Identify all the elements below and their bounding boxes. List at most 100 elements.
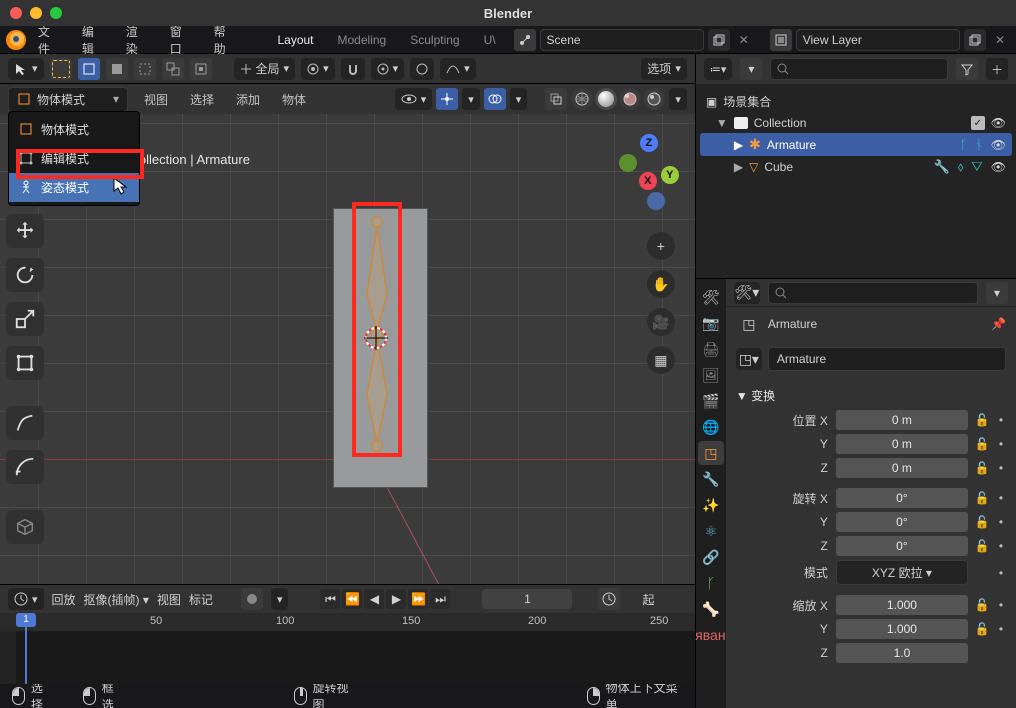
outliner-display-icon[interactable]: ▾ — [740, 58, 762, 80]
cursor-tool-icon[interactable]: ▾ — [8, 58, 44, 80]
select-mode-4-icon[interactable] — [162, 58, 184, 80]
workspace-layout[interactable]: Layout — [267, 30, 323, 50]
select-mode-1-icon[interactable] — [78, 58, 100, 80]
filter-icon[interactable] — [956, 58, 978, 80]
timeline-editor-icon[interactable]: ▾ — [8, 588, 44, 610]
rot-y[interactable]: 0° — [836, 512, 968, 532]
tl-playback[interactable]: 回放 — [52, 591, 76, 608]
pin-icon[interactable]: 📌 — [991, 317, 1006, 331]
loc-y[interactable]: 0 m — [836, 434, 968, 454]
tab-object-icon[interactable]: ◳ — [698, 441, 724, 465]
snap-target-dropdown[interactable]: ▾ — [371, 58, 405, 80]
add-menu[interactable]: 添加 — [230, 87, 266, 112]
scene-new-icon[interactable] — [708, 29, 730, 51]
tool-measure-icon[interactable] — [6, 450, 44, 484]
properties-options-icon[interactable]: ▾ — [986, 282, 1008, 304]
scale-y[interactable]: 1.000 — [836, 619, 968, 639]
new-collection-icon[interactable]: ＋ — [986, 58, 1008, 80]
armature-mode-icons[interactable]: ᚴ ᚾ — [960, 137, 985, 152]
select-mode-3-icon[interactable] — [134, 58, 156, 80]
tool-transform-icon[interactable] — [6, 346, 44, 380]
properties-search[interactable] — [768, 282, 978, 304]
shading-rendered-icon[interactable] — [643, 88, 665, 110]
tool-annotate-icon[interactable] — [6, 406, 44, 440]
orientation-dropdown[interactable]: 全局 ▾ — [234, 58, 296, 80]
tool-rotate-icon[interactable] — [6, 258, 44, 292]
outliner-scene-collection[interactable]: ▣ 场景集合 — [700, 90, 1012, 113]
tab-physics-icon[interactable]: ⚛ — [698, 519, 724, 543]
proportional-toggle[interactable] — [410, 58, 434, 80]
tool-scale-icon[interactable] — [6, 302, 44, 336]
mode-pose[interactable]: 姿态模式 — [9, 173, 139, 202]
shading-wireframe-icon[interactable] — [571, 88, 593, 110]
outliner-search-input[interactable] — [794, 62, 941, 76]
object-menu[interactable]: 物体 — [276, 87, 312, 112]
select-menu[interactable]: 选择 — [184, 87, 220, 112]
jump-keyprev-icon[interactable]: ⏪ — [342, 589, 362, 609]
tool-addcube-icon[interactable] — [6, 510, 44, 544]
tab-particles-icon[interactable]: ✨ — [698, 493, 724, 517]
options-dropdown[interactable]: 选项 ▾ — [641, 58, 687, 80]
layer-delete[interactable]: ✕ — [990, 33, 1010, 47]
tab-tool-icon[interactable]: 🛠 — [698, 285, 724, 309]
tab-bone-icon[interactable]: 🦴 — [698, 597, 724, 621]
tab-modifier-icon[interactable]: 🔧 — [698, 467, 724, 491]
jump-start-icon[interactable]: ⏮ — [320, 589, 340, 609]
camera-button[interactable]: 🎥 — [647, 308, 675, 336]
visibility-icon[interactable]: 👁 — [991, 116, 1006, 130]
collection-enable-checkbox[interactable]: ✓ — [971, 116, 985, 130]
scale-x[interactable]: 1.000 — [836, 595, 968, 615]
tab-viewlayer-icon[interactable]: 🖼 — [698, 363, 724, 387]
select-mode-5-icon[interactable] — [190, 58, 212, 80]
properties-editor-icon[interactable]: 🛠▾ — [734, 282, 760, 304]
layer-new-icon[interactable] — [964, 29, 986, 51]
outliner-search[interactable] — [770, 58, 948, 80]
jump-keynext-icon[interactable]: ⏩ — [408, 589, 428, 609]
disclosure-icon[interactable]: ▼ — [716, 116, 728, 130]
loc-x[interactable]: 0 m — [836, 410, 968, 430]
select-mode-2-icon[interactable] — [106, 58, 128, 80]
rot-z[interactable]: 0° — [836, 536, 968, 556]
blender-icon[interactable] — [6, 30, 26, 50]
mode-edit[interactable]: 编辑模式 — [9, 144, 139, 173]
section-transform[interactable]: ▼ 变换 — [736, 383, 1006, 408]
shading-dropdown[interactable]: ▾ — [669, 88, 687, 110]
proportional-falloff-dropdown[interactable]: ▾ — [440, 58, 476, 80]
visibility-icon[interactable]: 👁 — [991, 138, 1006, 152]
rotation-mode-dropdown[interactable]: XYZ 欧拉 ▾ — [836, 560, 968, 585]
lock-icon[interactable]: 🔓 — [972, 413, 992, 427]
jump-end-icon[interactable]: ⏭ — [430, 589, 450, 609]
outliner[interactable]: ▣ 场景集合 ▼ Collection ✓ 👁 ▶ ✱ Armature — [696, 84, 1016, 184]
tl-view[interactable]: 视图 — [157, 591, 181, 608]
visibility-icon[interactable]: 👁 — [991, 160, 1006, 174]
tool-move-icon[interactable] — [6, 214, 44, 248]
play-fwd-icon[interactable]: ▶ — [386, 589, 406, 609]
timeline-track[interactable]: 1 50 100 150 200 250 — [0, 613, 695, 684]
shading-solid-icon[interactable] — [595, 88, 617, 110]
tl-keying[interactable]: 抠像(插帧) ▾ — [84, 591, 149, 608]
tab-material-icon[interactable]: �явання — [698, 623, 724, 647]
ortho-button[interactable]: ▦ — [647, 346, 675, 374]
xray-toggle[interactable] — [545, 88, 567, 110]
tab-world-icon[interactable]: 🌐 — [698, 415, 724, 439]
gizmo-toggle[interactable] — [436, 88, 458, 110]
traffic-close[interactable] — [10, 7, 22, 19]
browse-layer-icon[interactable] — [770, 29, 792, 51]
tl-marker[interactable]: 标记 — [189, 591, 213, 608]
play-rev-icon[interactable]: ◀ — [364, 589, 384, 609]
tab-constraint-icon[interactable]: 🔗 — [698, 545, 724, 569]
pivot-dropdown[interactable]: ▾ — [301, 58, 335, 80]
cube-data-icons[interactable]: 🔧 ⬨ ▽ — [934, 159, 985, 175]
outliner-collection[interactable]: ▼ Collection ✓ 👁 — [700, 113, 1012, 133]
outliner-cube[interactable]: ▶ ▽ Cube 🔧 ⬨ ▽ 👁 — [700, 156, 1012, 178]
outliner-armature[interactable]: ▶ ✱ Armature ᚴ ᚾ 👁 — [700, 133, 1012, 156]
overlay-toggle[interactable] — [484, 88, 506, 110]
object-name-field[interactable]: Armature — [768, 347, 1006, 371]
scene-delete[interactable]: ✕ — [734, 33, 754, 47]
pan-button[interactable]: ✋ — [647, 270, 675, 298]
scene-name-field[interactable]: Scene — [540, 29, 704, 51]
current-frame[interactable]: 1 — [482, 589, 572, 609]
traffic-max[interactable] — [50, 7, 62, 19]
preview-range-icon[interactable] — [598, 588, 620, 610]
outliner-mode-dropdown[interactable]: ≔▾ — [704, 58, 733, 80]
